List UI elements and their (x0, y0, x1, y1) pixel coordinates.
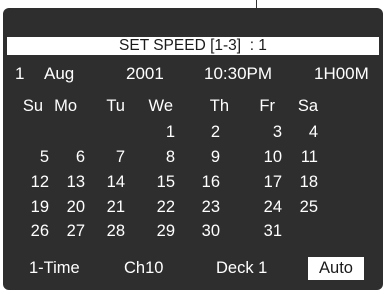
date-day[interactable]: 1 (15, 63, 24, 85)
weekday-label: We (148, 97, 173, 115)
calendar-week-row: 5 6 7 8 9 10 11 (3, 146, 383, 168)
weekday-label: Sa (297, 97, 318, 115)
calendar-day[interactable]: 7 (91, 146, 125, 168)
calendar-week-row: 26 27 28 29 30 31 (3, 220, 383, 242)
calendar-day[interactable]: 27 (51, 220, 85, 242)
calendar-day[interactable]: 21 (91, 196, 125, 218)
calendar-day[interactable]: 19 (15, 196, 49, 218)
calendar-week-row: 12 13 14 15 16 17 18 (3, 171, 383, 193)
recording-duration[interactable]: 1H00M (314, 63, 369, 85)
calendar-day[interactable]: 3 (248, 121, 282, 143)
weekday-label: Su (22, 97, 43, 115)
calendar-day[interactable]: 15 (141, 171, 175, 193)
calendar-day[interactable]: 2 (186, 121, 220, 143)
calendar-day[interactable]: 6 (51, 146, 85, 168)
deck-setting[interactable]: Deck 1 (216, 256, 267, 280)
calendar-day[interactable]: 1 (141, 121, 175, 143)
start-time[interactable]: 10:30PM (204, 63, 272, 85)
recording-mode[interactable]: 1-Time (29, 256, 80, 280)
calendar-day[interactable]: 18 (284, 171, 318, 193)
timer-programming-screen: SET SPEED [1-3] : 1 1 Aug 2001 10:30PM 1… (3, 8, 383, 290)
set-speed-label: SET SPEED [1-3] : 1 (119, 37, 267, 54)
calendar-day[interactable]: 28 (91, 220, 125, 242)
calendar-day[interactable]: 12 (15, 171, 49, 193)
calendar-day[interactable]: 11 (284, 146, 318, 168)
calendar-day[interactable]: 31 (248, 220, 282, 242)
calendar-day[interactable]: 17 (248, 171, 282, 193)
speed-auto-option[interactable]: Auto (308, 257, 364, 280)
recording-date-row: 1 Aug 2001 10:30PM 1H00M (3, 63, 383, 85)
date-month[interactable]: Aug (44, 63, 74, 85)
calendar-day[interactable]: 20 (51, 196, 85, 218)
calendar-day[interactable]: 13 (51, 171, 85, 193)
weekday-label: Th (209, 97, 229, 115)
calendar-day[interactable]: 8 (141, 146, 175, 168)
calendar-week-row: 1 2 3 4 (3, 121, 383, 143)
timer-options-row: 1-Time Ch10 Deck 1 Auto (3, 256, 383, 280)
calendar-day[interactable]: 5 (15, 146, 49, 168)
calendar-day[interactable]: 29 (141, 220, 175, 242)
calendar-day[interactable]: 23 (186, 196, 220, 218)
calendar-day[interactable]: 26 (15, 220, 49, 242)
calendar-day[interactable]: 10 (248, 146, 282, 168)
calendar-day[interactable]: 16 (186, 171, 220, 193)
calendar-day[interactable]: 24 (248, 196, 282, 218)
weekday-label: Fr (259, 97, 275, 115)
calendar-week-row: 19 20 21 22 23 24 25 (3, 196, 383, 218)
weekday-label: Mo (54, 97, 77, 115)
calendar-day[interactable]: 30 (186, 220, 220, 242)
calendar-day[interactable]: 4 (284, 121, 318, 143)
calendar-day[interactable]: 25 (284, 196, 318, 218)
set-speed-title-bar[interactable]: SET SPEED [1-3] : 1 (7, 37, 379, 55)
calendar-day[interactable]: 22 (141, 196, 175, 218)
calendar-day[interactable]: 9 (186, 146, 220, 168)
calendar-weekday-header: Su Mo Tu We Th Fr Sa (3, 95, 383, 117)
weekday-label: Tu (106, 97, 125, 115)
calendar-day[interactable]: 14 (91, 171, 125, 193)
channel-setting[interactable]: Ch10 (124, 256, 163, 280)
date-year[interactable]: 2001 (126, 63, 164, 85)
